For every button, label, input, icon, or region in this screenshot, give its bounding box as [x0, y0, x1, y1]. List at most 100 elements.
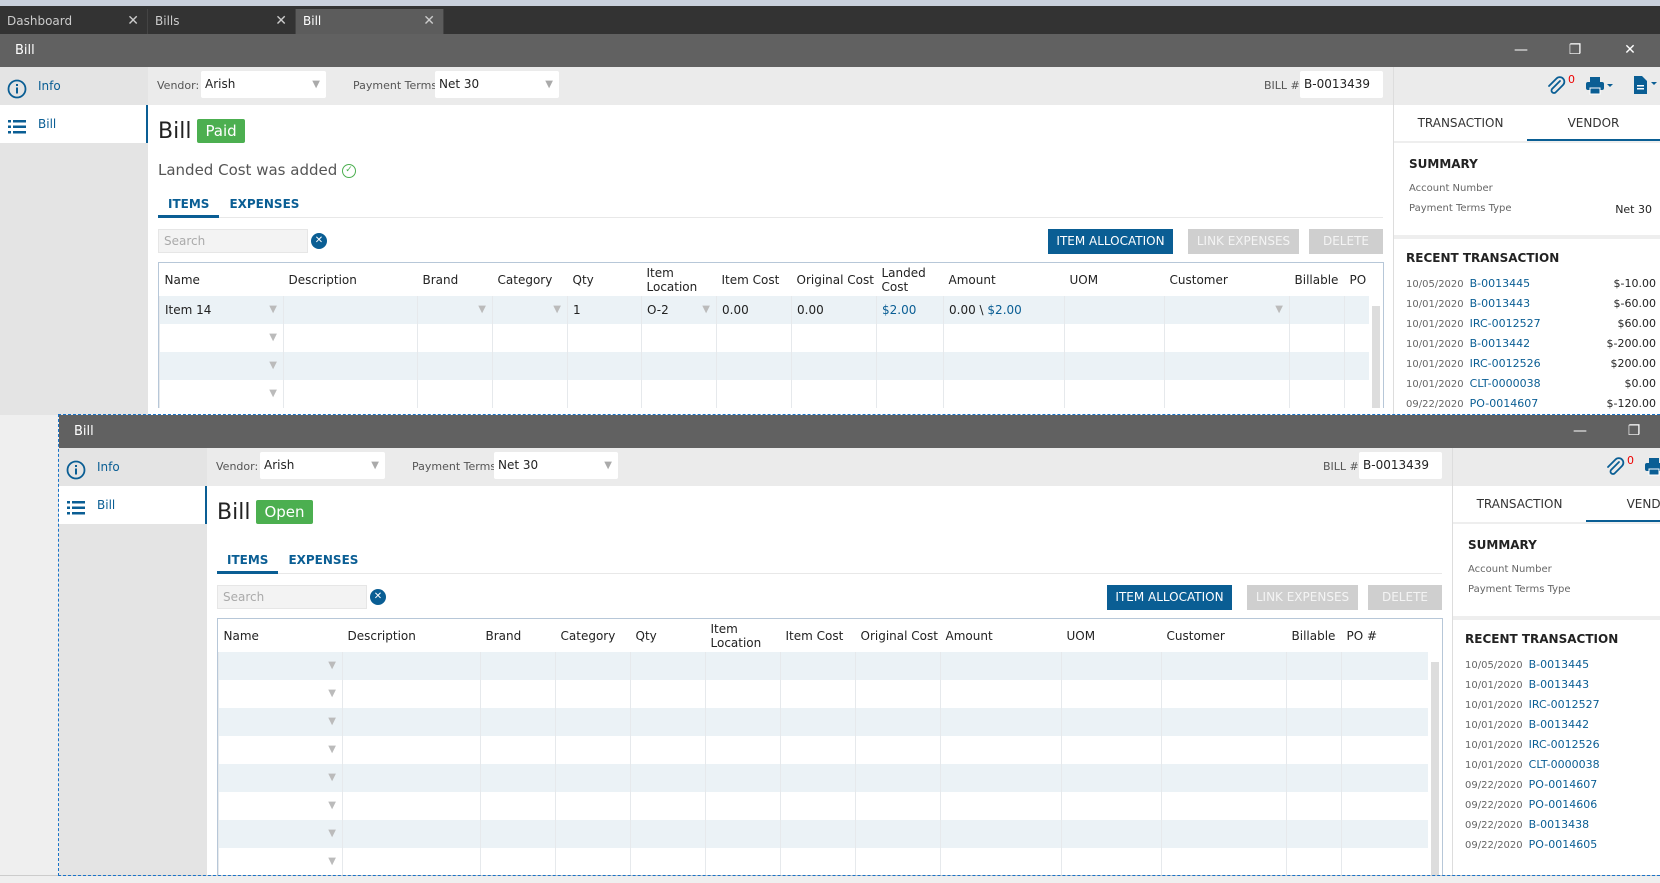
cell-amount[interactable]: [940, 680, 1062, 708]
column-header-uom[interactable]: UOM: [1062, 619, 1162, 652]
cell-name[interactable]: ▼: [218, 764, 343, 792]
app-tab-bills[interactable]: Bills ✕: [148, 9, 296, 34]
cell-original_cost[interactable]: [791, 352, 877, 380]
cell-category[interactable]: [555, 792, 631, 820]
column-header-amount[interactable]: Amount: [941, 619, 1062, 652]
cell-amount[interactable]: [943, 324, 1065, 352]
cell-uom[interactable]: [1061, 848, 1162, 875]
panel-tab-vendor[interactable]: VENDOR: [1527, 105, 1660, 141]
clear-search-icon[interactable]: ✕: [311, 233, 327, 249]
cell-item_cost[interactable]: [780, 820, 856, 848]
cell-billable[interactable]: [1289, 352, 1345, 380]
panel-tab-transaction[interactable]: TRANSACTION: [1394, 105, 1527, 141]
cell-item_cost[interactable]: [716, 380, 792, 408]
table-row[interactable]: ▼: [159, 352, 1372, 380]
table-row[interactable]: ▼: [218, 848, 1431, 875]
cell-name[interactable]: ▼: [159, 324, 284, 352]
table-row[interactable]: ▼: [218, 680, 1431, 708]
cell-brand[interactable]: ▼: [417, 296, 493, 324]
cell-qty[interactable]: [630, 848, 706, 875]
tab-expenses[interactable]: EXPENSES: [278, 548, 368, 574]
paperclip-icon[interactable]: [1546, 75, 1566, 100]
item-allocation-button[interactable]: ITEM ALLOCATION: [1048, 229, 1173, 254]
cell-landed_cost[interactable]: $2.00: [876, 296, 944, 324]
transaction-link[interactable]: CLT-0000038: [1470, 377, 1541, 390]
dropdown-arrow-icon[interactable]: ▼: [328, 716, 336, 727]
table-row[interactable]: ▼: [218, 820, 1431, 848]
panel-tab-transaction[interactable]: TRANSACTION: [1453, 486, 1586, 522]
cell-billable[interactable]: [1286, 792, 1342, 820]
sidebar-item-bill[interactable]: Bill: [59, 486, 207, 524]
column-header-billable[interactable]: Billable: [1290, 263, 1345, 296]
scrollbar-thumb[interactable]: [1431, 662, 1439, 875]
cell-customer[interactable]: [1164, 380, 1290, 408]
cell-brand[interactable]: [480, 820, 556, 848]
cell-category[interactable]: [492, 380, 568, 408]
cell-brand[interactable]: [480, 680, 556, 708]
cell-name[interactable]: ▼: [218, 820, 343, 848]
cell-uom[interactable]: [1061, 680, 1162, 708]
payment-terms-select[interactable]: Net 30 ▼: [494, 452, 618, 479]
cell-item_cost[interactable]: [780, 848, 856, 875]
cell-qty[interactable]: [567, 324, 642, 352]
column-header-amount[interactable]: Amount: [944, 263, 1065, 296]
cell-amount[interactable]: [940, 820, 1062, 848]
cell-item_cost[interactable]: [780, 680, 856, 708]
column-header-billable[interactable]: Billable: [1287, 619, 1342, 652]
cell-po[interactable]: [1341, 652, 1431, 680]
column-header-po[interactable]: PO #: [1342, 619, 1431, 652]
cell-qty[interactable]: 1: [567, 296, 642, 324]
cell-description[interactable]: [342, 680, 481, 708]
column-header-brand[interactable]: Brand: [481, 619, 556, 652]
transaction-link[interactable]: IRC-0012527: [1529, 698, 1600, 711]
cell-uom[interactable]: [1064, 324, 1165, 352]
column-header-description[interactable]: Description: [284, 263, 418, 296]
dropdown-arrow-icon[interactable]: ▼: [702, 304, 710, 315]
cell-amount[interactable]: [940, 848, 1062, 875]
dropdown-arrow-icon[interactable]: ▼: [328, 828, 336, 839]
cell-item_cost[interactable]: [780, 736, 856, 764]
cell-customer[interactable]: [1161, 820, 1287, 848]
cell-customer[interactable]: [1161, 736, 1287, 764]
cell-category[interactable]: [555, 764, 631, 792]
cell-original_cost[interactable]: [855, 764, 941, 792]
dropdown-arrow-icon[interactable]: ▼: [328, 856, 336, 867]
cell-brand[interactable]: [480, 652, 556, 680]
cell-brand[interactable]: [417, 352, 493, 380]
column-header-customer[interactable]: Customer: [1165, 263, 1290, 296]
cell-original_cost[interactable]: [855, 848, 941, 875]
cell-location[interactable]: [705, 848, 781, 875]
cell-original_cost[interactable]: [855, 792, 941, 820]
cell-qty[interactable]: [567, 352, 642, 380]
cell-customer[interactable]: [1161, 764, 1287, 792]
cell-uom[interactable]: [1064, 380, 1165, 408]
cell-billable[interactable]: [1286, 652, 1342, 680]
cell-description[interactable]: [283, 324, 418, 352]
cell-category[interactable]: [555, 680, 631, 708]
cell-uom[interactable]: [1061, 708, 1162, 736]
cell-po[interactable]: [1344, 296, 1372, 324]
table-scrollbar[interactable]: [1369, 296, 1383, 408]
cell-location[interactable]: [641, 380, 717, 408]
transaction-link[interactable]: IRC-0012526: [1470, 357, 1541, 370]
tab-items[interactable]: ITEMS: [217, 548, 279, 574]
column-header-category[interactable]: Category: [556, 619, 631, 652]
column-header-qty[interactable]: Qty: [631, 619, 706, 652]
transaction-link[interactable]: B-0013442: [1529, 718, 1590, 731]
cell-customer[interactable]: ▼: [1164, 296, 1290, 324]
column-header-original_cost[interactable]: Original Cost: [856, 619, 941, 652]
column-header-item_cost[interactable]: Item Cost: [717, 263, 792, 296]
cell-qty[interactable]: [630, 652, 706, 680]
transaction-link[interactable]: B-0013445: [1529, 658, 1590, 671]
cell-customer[interactable]: [1164, 352, 1290, 380]
cell-customer[interactable]: [1161, 792, 1287, 820]
cell-qty[interactable]: [630, 820, 706, 848]
cell-qty[interactable]: [630, 680, 706, 708]
cell-category[interactable]: [555, 736, 631, 764]
table-row[interactable]: ▼: [218, 764, 1431, 792]
cell-billable[interactable]: [1286, 764, 1342, 792]
cell-brand[interactable]: [480, 736, 556, 764]
cell-item_cost[interactable]: [780, 708, 856, 736]
cell-description[interactable]: [342, 708, 481, 736]
cell-original_cost[interactable]: [855, 680, 941, 708]
